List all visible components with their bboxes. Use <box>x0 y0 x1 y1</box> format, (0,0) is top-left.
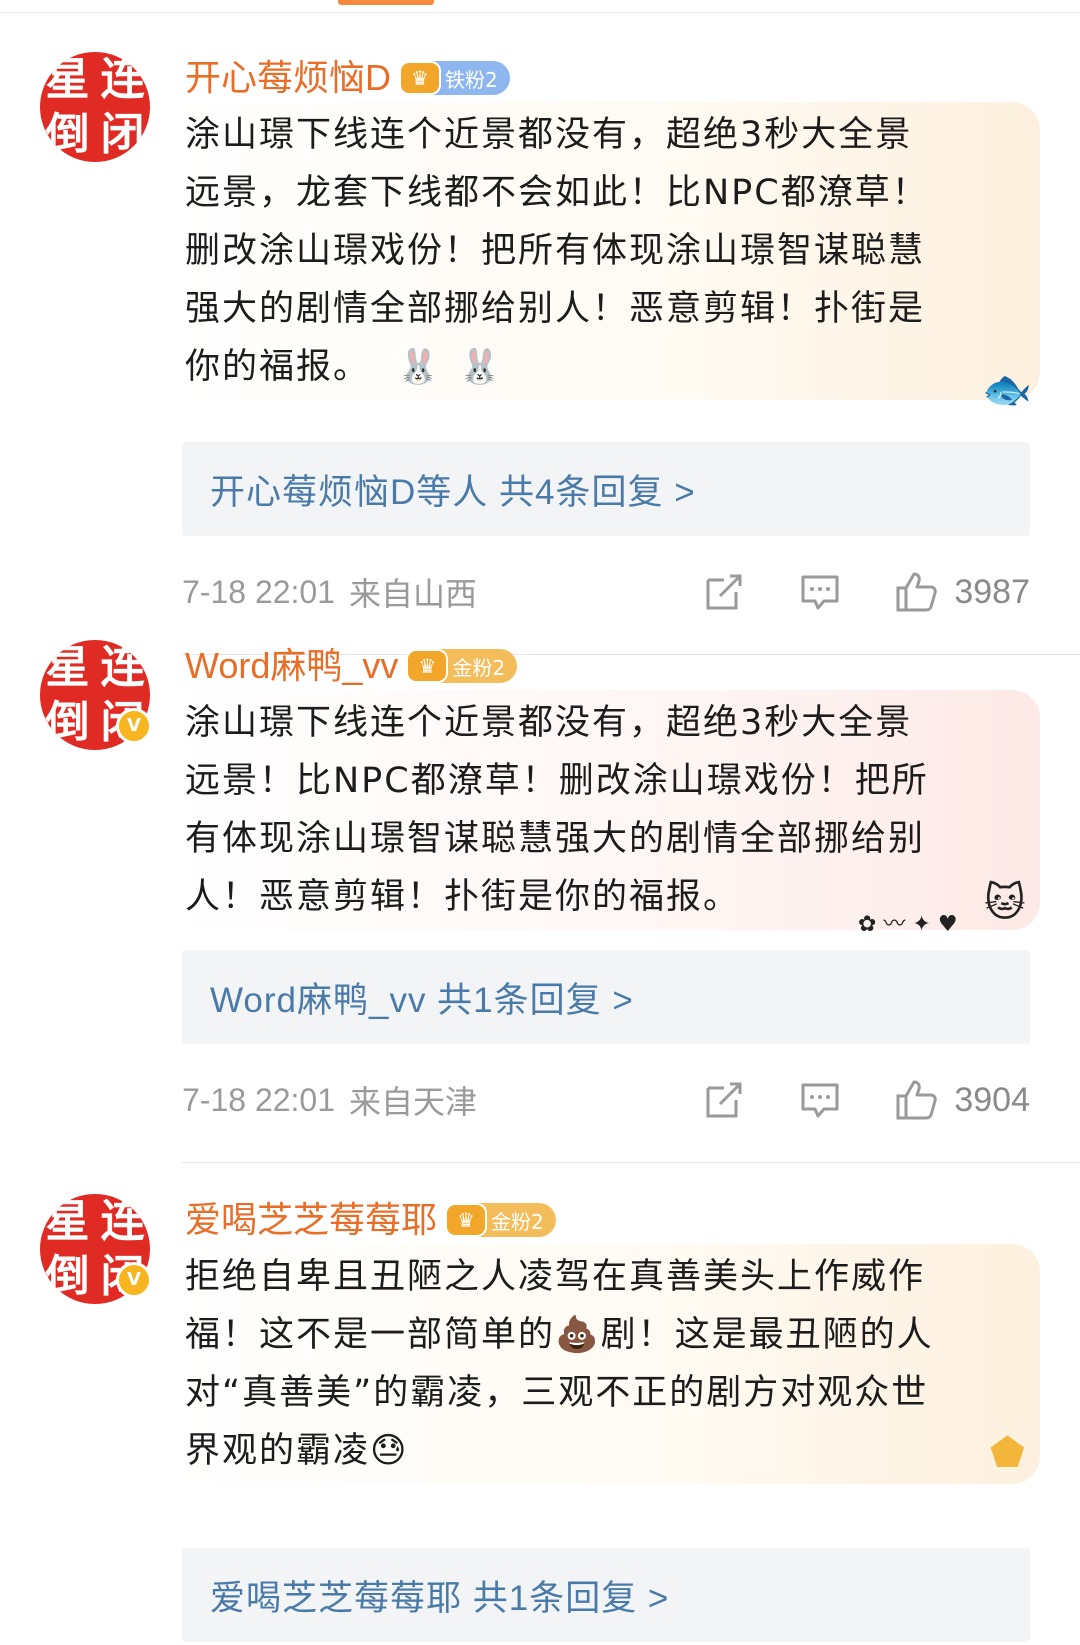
username[interactable]: Word麻鸭_vv <box>185 636 398 696</box>
fan-badge[interactable]: ♛ 金粉2 <box>447 1203 556 1237</box>
username-row: 开心莓烦恼D ♛ 铁粉2 <box>185 48 510 108</box>
username[interactable]: 开心莓烦恼D <box>185 48 391 108</box>
like-count: 3987 <box>954 572 1030 611</box>
reply-summary-link[interactable]: 爱喝芝芝莓莓耶 共1条回复 > <box>210 1570 669 1621</box>
comment-icon[interactable] <box>798 570 842 614</box>
fan-badge-label: 铁粉2 <box>445 67 498 92</box>
avatar-char: 倒 <box>45 109 90 160</box>
star-badge-decoration-icon: ⬟ <box>990 1430 1025 1476</box>
fan-badge[interactable]: ♛ 铁粉2 <box>401 61 510 95</box>
fan-crown-icon: ♛ <box>401 63 439 93</box>
reply-summary-box[interactable]: 开心莓烦恼D等人 共4条回复 > <box>182 442 1030 536</box>
fan-badge[interactable]: ♛ 金粉2 <box>408 649 518 683</box>
username-row: Word麻鸭_vv ♛ 金粉2 <box>185 636 518 696</box>
comment-line-text: 你的福报。 <box>185 347 371 387</box>
comment-line: 对“真善美”的霸凌，三观不正的剧方对观众世 <box>185 1373 929 1413</box>
comment-actions: 3987 <box>650 562 1030 622</box>
comment-line: 你的福报。 🐰 🐰 <box>185 338 1005 396</box>
avatar[interactable]: 星 连 倒 闭 V <box>40 1194 152 1304</box>
comment-icon[interactable] <box>798 1078 842 1122</box>
like-thumb-icon[interactable] <box>894 570 938 614</box>
comment-line: 有体现涂山璟智谋聪慧强大的剧情全部挪给别 <box>185 819 926 859</box>
comment-line: 远景，龙套下线都不会如此！比NPC都潦草！ <box>185 173 929 213</box>
avatar[interactable]: 星 连 倒 闭 <box>40 52 150 162</box>
avatar-char: 连 <box>100 642 145 693</box>
like-count: 3904 <box>954 1080 1030 1119</box>
comment-divider <box>182 1162 1080 1163</box>
comment-line: 界观的霸凌😓 <box>185 1431 409 1471</box>
comment-meta: 7-18 22:01 来自天津 3904 <box>182 1070 1030 1130</box>
comment-text: 涂山璟下线连个近景都没有，超绝3秒大全景 远景，龙套下线都不会如此！比NPC都潦… <box>185 106 1005 396</box>
avatar-char: 连 <box>100 54 145 105</box>
comment-text: 拒绝自卑且丑陋之人凌驾在真善美头上作威作 福！这不是一部简单的💩剧！这是最丑陋的… <box>185 1248 1005 1480</box>
active-tab-indicator <box>338 0 434 5</box>
avatar-char: 倒 <box>45 697 90 748</box>
fan-badge-label: 金粉2 <box>452 655 506 680</box>
fan-badge-label: 金粉2 <box>491 1209 544 1234</box>
comment-text: 涂山璟下线连个近景都没有，超绝3秒大全景 远景！比NPC都潦草！删改涂山璟戏份！… <box>185 694 1005 926</box>
verified-v-icon: V <box>116 708 152 744</box>
fish-decoration-icon: 🐟 <box>982 367 1032 413</box>
reply-summary-link[interactable]: 开心莓烦恼D等人 共4条回复 > <box>210 464 696 515</box>
comment-line: 远景！比NPC都潦草！删改涂山璟戏份！把所 <box>185 761 929 801</box>
rabbit-sticker-icon: 🐰 <box>397 347 442 387</box>
username[interactable]: 爱喝芝芝莓莓耶 <box>185 1190 437 1250</box>
fan-crown-icon: ♛ <box>447 1205 486 1235</box>
comment-meta: 7-18 22:01 来自山西 3987 <box>182 562 1030 622</box>
flower-decoration-icon: ✿ 〰 ✦ ♥ <box>858 912 958 937</box>
comment-line: 删改涂山璟戏份！把所有体现涂山璟智谋聪慧 <box>185 231 926 271</box>
comment-location: 来自天津 <box>349 1083 478 1121</box>
fan-crown-icon: ♛ <box>408 651 447 681</box>
comment-location: 来自山西 <box>349 575 478 613</box>
comment-line: 涂山璟下线连个近景都没有，超绝3秒大全景 <box>185 703 913 743</box>
reply-summary-box[interactable]: 爱喝芝芝莓莓耶 共1条回复 > <box>182 1548 1030 1642</box>
comment-time: 7-18 22:01 <box>182 1081 336 1118</box>
comment-line: 强大的剧情全部挪给别人！恶意剪辑！扑街是 <box>185 289 926 329</box>
top-tab-bar <box>0 0 1080 13</box>
avatar-char: 闭 <box>100 109 145 160</box>
comment-line: 福！这不是一部简单的💩剧！这是最丑陋的人 <box>185 1315 934 1355</box>
avatar-char: 倒 <box>45 1251 90 1302</box>
comment-time: 7-18 22:01 <box>182 573 336 610</box>
share-icon[interactable] <box>702 570 746 614</box>
like-thumb-icon[interactable] <box>894 1078 938 1122</box>
verified-v-icon: V <box>116 1262 152 1298</box>
avatar-char: 星 <box>45 1196 90 1247</box>
comment-actions: 3904 <box>650 1070 1030 1130</box>
avatar-char: 星 <box>45 54 90 105</box>
username-row: 爱喝芝芝莓莓耶 ♛ 金粉2 <box>185 1190 556 1250</box>
cat-decoration-icon: 🐱 <box>984 880 1026 926</box>
reply-summary-link[interactable]: Word麻鸭_vv 共1条回复 > <box>210 972 634 1023</box>
comment-line: 拒绝自卑且丑陋之人凌驾在真善美头上作威作 <box>185 1257 926 1297</box>
avatar[interactable]: 星 连 倒 闭 V <box>40 640 152 750</box>
share-icon[interactable] <box>702 1078 746 1122</box>
avatar-char: 连 <box>100 1196 145 1247</box>
reply-summary-box[interactable]: Word麻鸭_vv 共1条回复 > <box>182 950 1030 1044</box>
comment-line: 涂山璟下线连个近景都没有，超绝3秒大全景 <box>185 115 913 155</box>
rabbit-sticker-icon: 🐰 <box>458 347 503 387</box>
avatar-char: 星 <box>45 642 90 693</box>
